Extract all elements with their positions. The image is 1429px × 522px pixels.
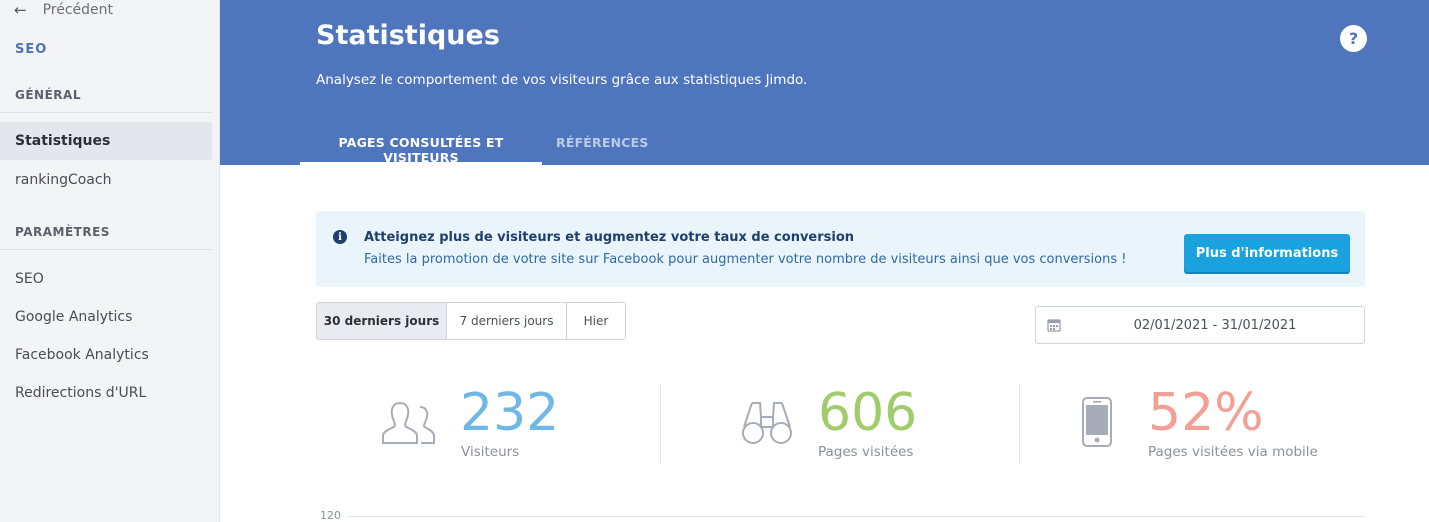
page-header: Statistiques Analysez le comportement de…	[220, 0, 1429, 165]
sidebar-title: SEO	[15, 42, 48, 57]
sidebar-item-seo[interactable]: SEO	[0, 260, 212, 298]
stat-mobile-label: Pages visitées via mobile	[1148, 444, 1318, 460]
sidebar: ← Précédent SEO GÉNÉRAL Statistiques ran…	[0, 0, 220, 522]
date-picker[interactable]: 02/01/2021 - 31/01/2021	[1035, 306, 1365, 344]
stat-mobile-value: 52%	[1148, 383, 1264, 443]
arrow-left-icon: ←	[14, 1, 27, 19]
stat-visitors: 232 Visiteurs	[380, 385, 650, 463]
visitors-icon	[382, 401, 435, 444]
chart-y-tick: 120	[320, 509, 341, 522]
info-icon: i	[333, 230, 347, 244]
page-subtitle: Analysez le comportement de vos visiteur…	[316, 72, 808, 88]
stat-mobile: 52% Pages visitées via mobile	[1082, 385, 1365, 463]
banner-text: Faites la promotion de votre site sur Fa…	[364, 252, 1127, 267]
sidebar-section-general: GÉNÉRAL	[15, 88, 81, 102]
back-label: Précédent	[42, 2, 114, 18]
sidebar-item-url-redirects[interactable]: Redirections d'URL	[0, 374, 212, 412]
range-yesterday-button[interactable]: Hier	[567, 303, 625, 339]
stat-pages-label: Pages visitées	[818, 444, 914, 460]
help-icon[interactable]: ?	[1340, 25, 1367, 52]
banner-title: Atteignez plus de visiteurs et augmentez…	[364, 230, 855, 245]
mobile-icon	[1082, 397, 1112, 447]
sidebar-item-statistiques[interactable]: Statistiques	[0, 122, 212, 160]
binoculars-icon	[742, 402, 792, 444]
stat-divider	[660, 385, 661, 463]
stat-pages-value: 606	[818, 383, 918, 443]
sidebar-item-rankingcoach[interactable]: rankingCoach	[0, 161, 212, 199]
tab-references[interactable]: RÉFÉRENCES	[556, 135, 649, 165]
sidebar-divider	[0, 249, 212, 250]
back-link[interactable]: ← Précédent	[14, 0, 113, 20]
chart-gridline	[348, 516, 1365, 517]
stat-visitors-label: Visiteurs	[461, 444, 520, 460]
tab-pages-visitors[interactable]: PAGES CONSULTÉES ET VISITEURS	[300, 135, 542, 165]
range-30-days-button[interactable]: 30 derniers jours	[317, 303, 447, 339]
info-banner: i Atteignez plus de visiteurs et augment…	[316, 211, 1365, 287]
page-title: Statistiques	[316, 20, 500, 51]
sidebar-section-parametres: PARAMÈTRES	[15, 225, 110, 239]
sidebar-item-facebook-analytics[interactable]: Facebook Analytics	[0, 336, 212, 374]
date-range-selector: 30 derniers jours 7 derniers jours Hier	[316, 302, 626, 340]
stat-visitors-value: 232	[460, 383, 560, 443]
date-range-value: 02/01/2021 - 31/01/2021	[1133, 317, 1297, 333]
stat-divider	[1019, 385, 1020, 463]
more-info-button[interactable]: Plus d'informations	[1184, 234, 1350, 272]
sidebar-divider	[0, 112, 212, 113]
stat-pages: 606 Pages visitées	[740, 385, 1010, 463]
range-7-days-button[interactable]: 7 derniers jours	[447, 303, 567, 339]
sidebar-item-google-analytics[interactable]: Google Analytics	[0, 298, 212, 336]
